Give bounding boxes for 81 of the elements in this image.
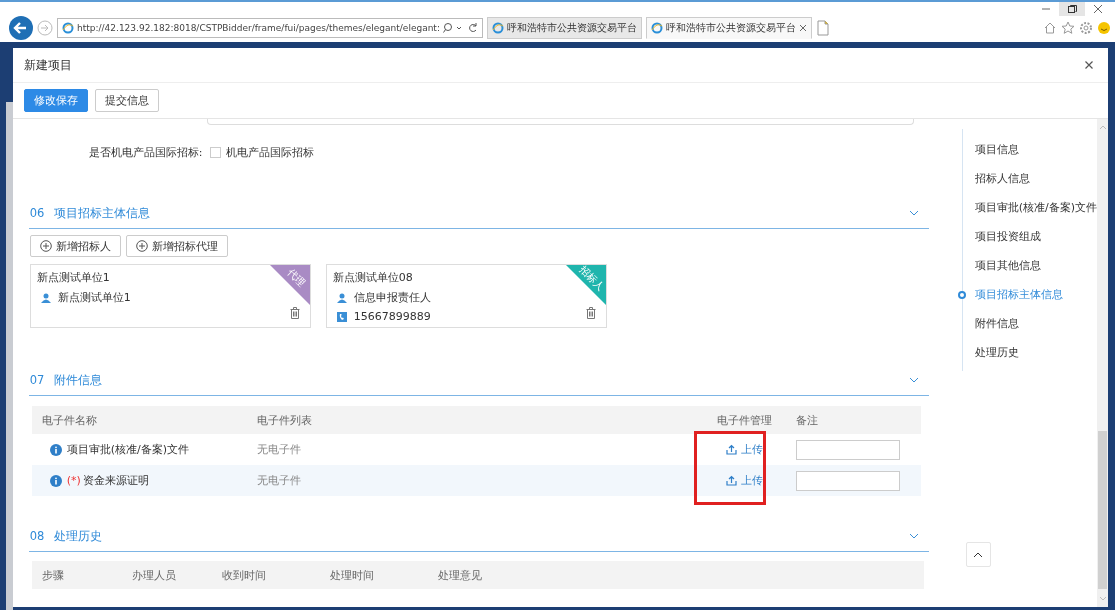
trash-icon[interactable] xyxy=(289,307,300,319)
checkbox-label: 机电产品国际招标 xyxy=(226,144,315,160)
star-icon[interactable] xyxy=(1061,21,1075,35)
role-label: 代理 xyxy=(284,265,308,291)
contact-name: 信息申报责任人 xyxy=(353,290,431,305)
field-label: 是否机电产品国际招标: xyxy=(88,144,203,160)
browser-tab[interactable]: 呼和浩特市公共资源交易平台 xyxy=(645,17,812,39)
chevron-icon[interactable] xyxy=(908,377,919,383)
nav-link[interactable]: 项目其他信息 xyxy=(962,251,1097,280)
add-button[interactable]: 新增招标人 xyxy=(29,235,121,257)
person-icon xyxy=(336,292,347,303)
nav-link[interactable]: 处理历史 xyxy=(962,338,1097,367)
section-title: 项目招标主体信息 xyxy=(54,205,152,221)
column-header: 步骤 xyxy=(41,567,65,583)
remark-field[interactable] xyxy=(795,470,900,491)
nav-link[interactable]: 项目审批(核准/备案)文件 xyxy=(962,193,1097,222)
column-header: 处理时间 xyxy=(329,567,375,583)
nav-link[interactable]: 项目信息 xyxy=(962,135,1097,164)
home-icon[interactable] xyxy=(1043,21,1057,35)
upload-icon xyxy=(726,475,738,486)
table-cell: 项目审批(核准/备案)文件 xyxy=(66,442,189,457)
smiley-icon[interactable] xyxy=(1097,21,1111,35)
checkbox[interactable] xyxy=(210,146,222,158)
card-title: 新点测试单位1 xyxy=(36,270,110,285)
restore-icon[interactable] xyxy=(1059,2,1085,16)
settings-icon[interactable] xyxy=(1079,21,1093,35)
column-header: 备注 xyxy=(794,412,819,428)
new-tab-icon[interactable] xyxy=(815,20,830,36)
chevron-icon[interactable] xyxy=(908,533,919,539)
nav-link[interactable]: 招标人信息 xyxy=(962,164,1097,193)
table-cell: (*) 资金来源证明 xyxy=(66,473,149,488)
browser-tab[interactable]: 呼和浩特市公共资源交易平台 xyxy=(486,17,642,39)
table-cell-text: 无电子件 xyxy=(256,442,302,457)
card-title: 新点测试单位08 xyxy=(332,270,413,285)
column-header: 电子件名称 xyxy=(40,412,98,428)
refresh-icon[interactable] xyxy=(467,22,478,34)
upload-icon xyxy=(726,444,738,455)
save-button[interactable]: 修改保存 xyxy=(23,89,88,112)
scrollbar[interactable] xyxy=(1097,119,1108,607)
scroll-down-icon[interactable] xyxy=(1097,595,1108,603)
column-header: 电子件列表 xyxy=(256,412,313,428)
dialog-title: 新建项目 xyxy=(23,56,72,74)
chevron-up-icon xyxy=(973,551,984,558)
section-number: 08 xyxy=(29,529,45,543)
upload-link[interactable]: 上传 xyxy=(726,442,764,457)
plus-icon xyxy=(135,240,148,252)
chevron-icon[interactable] xyxy=(908,210,919,216)
remark-field[interactable] xyxy=(795,439,900,460)
close-icon[interactable] xyxy=(798,24,807,32)
forward-button[interactable] xyxy=(37,20,53,36)
address-bar[interactable]: http://42.123.92.182:8018/CSTPBidder/frame/fui/pages/themes/elegant/elegant: xyxy=(57,18,483,38)
submit-button[interactable]: 提交信息 xyxy=(94,89,159,112)
add-button[interactable]: 新增招标代理 xyxy=(125,235,228,257)
scroll-up-icon[interactable] xyxy=(1097,123,1108,131)
close-icon[interactable] xyxy=(1084,60,1094,70)
phone-icon xyxy=(336,311,347,322)
person-icon xyxy=(40,292,51,303)
back-button[interactable] xyxy=(9,16,33,40)
input-field[interactable] xyxy=(206,119,914,125)
section-title: 处理历史 xyxy=(54,528,104,544)
column-header: 电子件管理 xyxy=(716,412,774,428)
contact-name: 新点测试单位1 xyxy=(57,290,131,305)
ie-icon xyxy=(650,22,663,34)
info-icon xyxy=(49,474,62,487)
section-title: 附件信息 xyxy=(54,372,104,388)
plus-icon xyxy=(39,240,52,252)
role-label: 招标人 xyxy=(576,262,608,295)
trash-icon[interactable] xyxy=(585,307,596,319)
column-header: 处理意见 xyxy=(437,567,483,583)
column-header: 收到时间 xyxy=(221,567,267,583)
phone-number: 15667899889 xyxy=(353,310,431,323)
section-number: 06 xyxy=(29,206,45,220)
upload-link[interactable]: 上传 xyxy=(726,473,764,488)
table-cell-text: 无电子件 xyxy=(256,473,302,488)
column-header: 办理人员 xyxy=(131,567,177,583)
nav-link[interactable]: 项目投资组成 xyxy=(962,222,1097,251)
ie-icon xyxy=(62,22,74,34)
section-number: 07 xyxy=(29,373,45,387)
info-icon xyxy=(49,443,62,456)
nav-link[interactable]: 附件信息 xyxy=(962,309,1097,338)
ie-icon xyxy=(491,22,504,34)
